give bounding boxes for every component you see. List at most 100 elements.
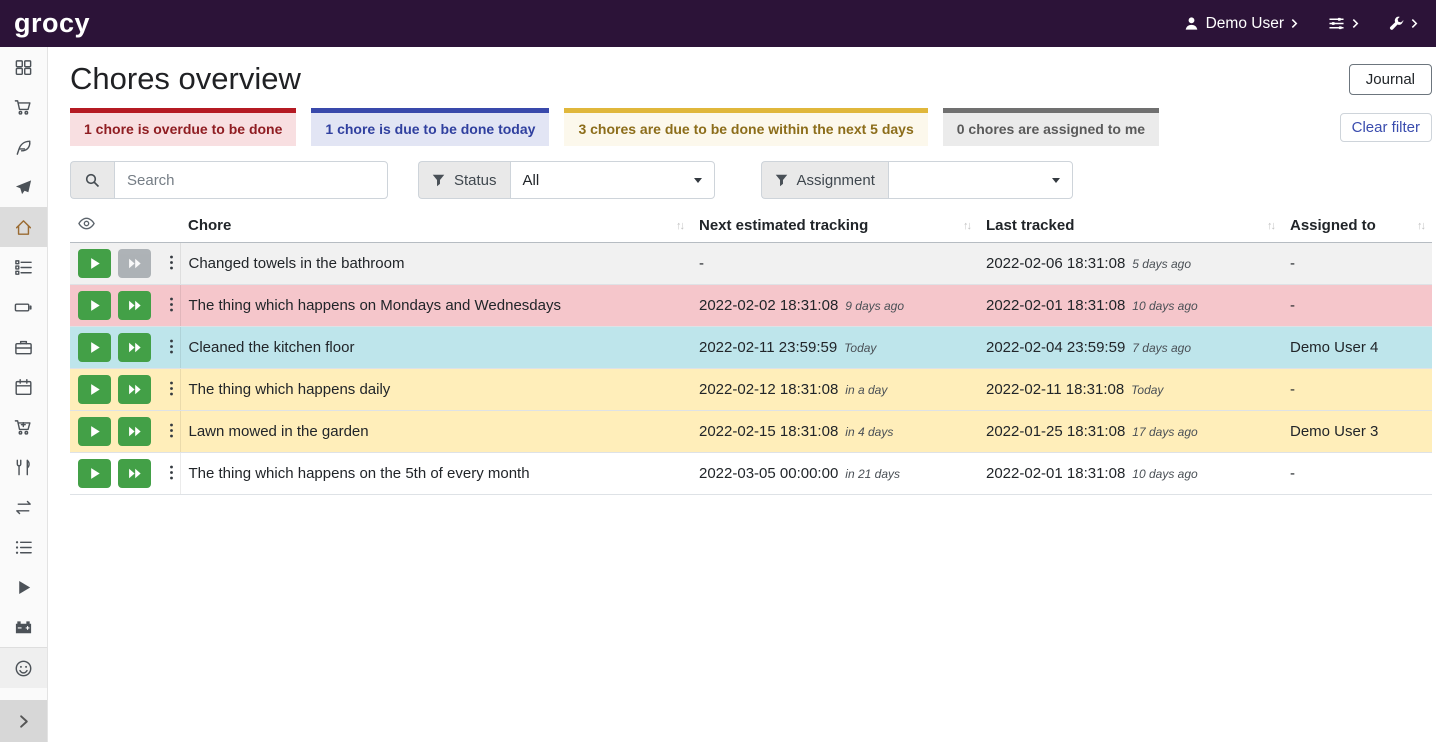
clear-filter-button[interactable]: Clear filter bbox=[1340, 113, 1432, 142]
status-filter-group: Status All bbox=[418, 161, 715, 199]
wrench-icon bbox=[1389, 16, 1404, 31]
chore-name-link[interactable]: Lawn mowed in the garden bbox=[189, 423, 369, 440]
vertical-dots-icon bbox=[169, 254, 174, 271]
sidebar-item-consume[interactable] bbox=[0, 447, 47, 487]
last-tracked-cell: 2022-02-04 23:59:597 days ago bbox=[978, 327, 1282, 369]
assigned-to-cell: Demo User 4 bbox=[1282, 327, 1432, 369]
last-tracked-relative: 10 days ago bbox=[1132, 299, 1197, 313]
row-menu-button[interactable] bbox=[164, 294, 179, 318]
sidebar-item-chores[interactable] bbox=[0, 207, 47, 247]
skip-chore-button[interactable] bbox=[118, 375, 151, 404]
track-chore-button[interactable] bbox=[78, 375, 111, 404]
admin-menu[interactable] bbox=[1389, 16, 1418, 31]
row-menu-button[interactable] bbox=[164, 462, 179, 486]
sidebar-item-chore-tracking[interactable] bbox=[0, 567, 47, 607]
status-card-due-soon[interactable]: 3 chores are due to be done within the n… bbox=[564, 108, 927, 146]
sidebar-item-inventory[interactable] bbox=[0, 527, 47, 567]
row-controls-cell bbox=[70, 369, 180, 411]
next-tracking-relative: in 21 days bbox=[845, 467, 900, 481]
column-header-last-tracked[interactable]: Last tracked↑↓ bbox=[978, 209, 1282, 243]
filter-icon bbox=[432, 174, 445, 187]
top-navbar: grocy Demo User bbox=[0, 0, 1436, 47]
row-menu-button[interactable] bbox=[164, 252, 179, 276]
chores-table-body: Changed towels in the bathroom - 2022-02… bbox=[70, 243, 1432, 495]
next-tracking-cell: 2022-02-15 18:31:08in 4 days bbox=[691, 411, 978, 453]
last-tracked-time: 2022-02-04 23:59:59 bbox=[986, 339, 1125, 356]
column-header-assigned-to[interactable]: Assigned to↑↓ bbox=[1282, 209, 1432, 243]
battery-icon bbox=[14, 298, 33, 317]
skip-chore-button[interactable] bbox=[118, 249, 151, 278]
last-tracked-cell: 2022-01-25 18:31:0817 days ago bbox=[978, 411, 1282, 453]
sidebar-expand-toggle[interactable] bbox=[0, 700, 47, 742]
column-header-next-tracking[interactable]: Next estimated tracking↑↓ bbox=[691, 209, 978, 243]
chore-name-link[interactable]: Cleaned the kitchen floor bbox=[189, 339, 355, 356]
sidebar-item-stock-overview[interactable] bbox=[0, 47, 47, 87]
play-icon bbox=[89, 425, 101, 438]
row-menu-button[interactable] bbox=[164, 378, 179, 402]
status-select[interactable]: All bbox=[510, 161, 715, 199]
chore-name-link[interactable]: Changed towels in the bathroom bbox=[189, 255, 405, 272]
chore-name-link[interactable]: The thing which happens on Mondays and W… bbox=[189, 297, 561, 314]
next-tracking-relative: 9 days ago bbox=[845, 299, 904, 313]
last-tracked-relative: 5 days ago bbox=[1132, 257, 1191, 271]
last-tracked-relative: Today bbox=[1131, 383, 1163, 397]
user-icon bbox=[1184, 16, 1199, 31]
sidebar-item-meal-plan[interactable] bbox=[0, 167, 47, 207]
next-tracking-cell: 2022-02-12 18:31:08in a day bbox=[691, 369, 978, 411]
sidebar-item-recipes[interactable] bbox=[0, 127, 47, 167]
assignment-filter-label-text: Assignment bbox=[797, 172, 875, 189]
status-card-due-today[interactable]: 1 chore is due to be done today bbox=[311, 108, 549, 146]
user-menu[interactable]: Demo User bbox=[1184, 15, 1298, 33]
track-chore-button[interactable] bbox=[78, 249, 111, 278]
sidebar-item-battery-tracking[interactable] bbox=[0, 607, 47, 647]
sidebar-item-smiley[interactable] bbox=[0, 647, 47, 688]
track-chore-button[interactable] bbox=[78, 333, 111, 362]
sidebar-item-tasks[interactable] bbox=[0, 247, 47, 287]
sidebar-item-calendar[interactable] bbox=[0, 367, 47, 407]
column-header-chore[interactable]: Chore↑↓ bbox=[180, 209, 691, 243]
track-chore-button[interactable] bbox=[78, 417, 111, 446]
status-select-value: All bbox=[523, 172, 540, 189]
brand-logo[interactable]: grocy bbox=[14, 10, 90, 37]
sidebar-item-purchase[interactable] bbox=[0, 407, 47, 447]
search-button[interactable] bbox=[70, 161, 114, 199]
skip-chore-button[interactable] bbox=[118, 333, 151, 362]
last-tracked-cell: 2022-02-01 18:31:0810 days ago bbox=[978, 453, 1282, 495]
sidebar-item-batteries[interactable] bbox=[0, 287, 47, 327]
status-filter-label-text: Status bbox=[454, 172, 497, 189]
assigned-user: Demo User 3 bbox=[1290, 423, 1378, 440]
play-icon bbox=[89, 341, 101, 354]
visibility-column-header[interactable] bbox=[70, 209, 180, 243]
home-icon bbox=[14, 218, 33, 237]
chore-row: The thing which happens daily 2022-02-12… bbox=[70, 369, 1432, 411]
status-card-overdue[interactable]: 1 chore is overdue to be done bbox=[70, 108, 296, 146]
track-chore-button[interactable] bbox=[78, 459, 111, 488]
skip-chore-button[interactable] bbox=[118, 291, 151, 320]
vertical-dots-icon bbox=[169, 464, 174, 481]
row-controls-cell bbox=[70, 285, 180, 327]
fast-forward-icon bbox=[128, 299, 142, 312]
skip-chore-button[interactable] bbox=[118, 459, 151, 488]
next-tracking-time: 2022-02-15 18:31:08 bbox=[699, 423, 838, 440]
last-tracked-cell: 2022-02-06 18:31:085 days ago bbox=[978, 243, 1282, 285]
assignment-select[interactable] bbox=[888, 161, 1073, 199]
search-input[interactable] bbox=[114, 161, 388, 199]
smiley-icon bbox=[14, 659, 33, 678]
table-header-row: Chore↑↓ Next estimated tracking↑↓ Last t… bbox=[70, 209, 1432, 243]
row-menu-button[interactable] bbox=[164, 336, 179, 360]
skip-chore-button[interactable] bbox=[118, 417, 151, 446]
journal-button[interactable]: Journal bbox=[1349, 64, 1432, 95]
tasks-icon bbox=[14, 258, 33, 277]
sidebar-item-equipment[interactable] bbox=[0, 327, 47, 367]
chore-name-link[interactable]: The thing which happens on the 5th of ev… bbox=[189, 465, 530, 482]
chore-name-link[interactable]: The thing which happens daily bbox=[189, 381, 391, 398]
row-menu-button[interactable] bbox=[164, 420, 179, 444]
grid-icon bbox=[14, 58, 33, 77]
filter-icon bbox=[775, 174, 788, 187]
sidebar-item-shopping-list[interactable] bbox=[0, 87, 47, 127]
settings-menu[interactable] bbox=[1328, 16, 1359, 31]
row-controls-cell bbox=[70, 411, 180, 453]
sidebar-item-transfer[interactable] bbox=[0, 487, 47, 527]
track-chore-button[interactable] bbox=[78, 291, 111, 320]
status-card-assigned-to-me[interactable]: 0 chores are assigned to me bbox=[943, 108, 1159, 146]
